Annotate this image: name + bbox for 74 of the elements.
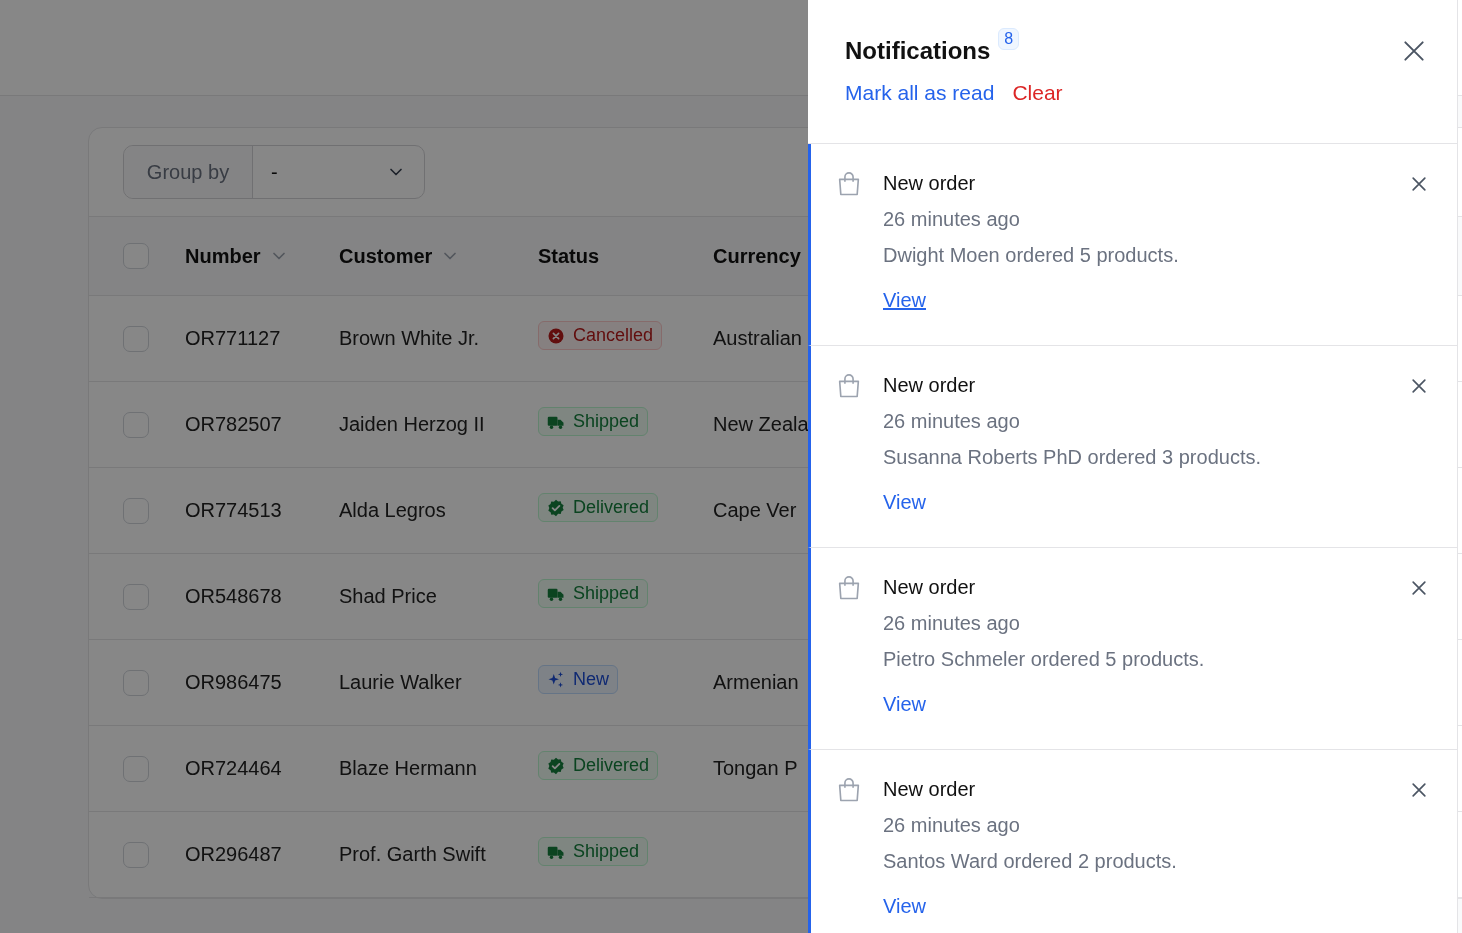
check-badge-icon bbox=[547, 498, 565, 517]
view-link[interactable]: View bbox=[883, 491, 926, 514]
order-number: OR724464 bbox=[185, 757, 282, 780]
count-badge: 8 bbox=[998, 28, 1020, 50]
close-icon bbox=[1409, 174, 1429, 194]
status-label: Shipped bbox=[573, 583, 640, 604]
order-number: OR986475 bbox=[185, 671, 282, 694]
dismiss-button[interactable] bbox=[1409, 174, 1429, 194]
select-all-checkbox[interactable] bbox=[123, 243, 149, 269]
row-checkbox[interactable] bbox=[123, 497, 149, 524]
mark-all-read-link[interactable]: Mark all as read bbox=[845, 81, 995, 105]
status-label: Delivered bbox=[573, 497, 650, 518]
customer-name: Shad Price bbox=[339, 585, 437, 608]
column-header[interactable]: Number bbox=[185, 244, 289, 268]
currency-name: Australian bbox=[713, 327, 802, 350]
row-checkbox[interactable] bbox=[123, 755, 149, 782]
order-number: OR771127 bbox=[185, 327, 281, 350]
column-header[interactable]: Currency bbox=[713, 244, 801, 268]
sparkle-icon bbox=[547, 670, 565, 689]
select-value: - bbox=[271, 160, 278, 184]
column-header[interactable]: Status bbox=[538, 244, 600, 268]
customer-name: Brown White Jr. bbox=[339, 327, 480, 350]
notification-title: New order bbox=[883, 172, 977, 195]
order-number: OR296487 bbox=[185, 843, 282, 866]
order-number: OR782507 bbox=[185, 413, 282, 436]
check-badge-icon bbox=[547, 756, 565, 775]
order-number: OR548678 bbox=[185, 585, 282, 608]
notification-time: 26 minutes ago bbox=[883, 612, 1021, 635]
group-by-select[interactable]: Group by - bbox=[123, 145, 425, 199]
status-label: Shipped bbox=[573, 841, 640, 862]
row-checkbox[interactable] bbox=[123, 325, 149, 352]
row-checkbox[interactable] bbox=[123, 669, 149, 696]
notification-title: New order bbox=[883, 778, 977, 801]
customer-name: Blaze Hermann bbox=[339, 757, 477, 780]
notification-title: New order bbox=[883, 374, 977, 397]
notification-text: Santos Ward ordered 2 products. bbox=[883, 850, 1178, 873]
close-button[interactable] bbox=[1401, 38, 1427, 64]
notification-time: 26 minutes ago bbox=[883, 208, 1021, 231]
notification-text: Pietro Schmeler ordered 5 products. bbox=[883, 648, 1206, 671]
dismiss-button[interactable] bbox=[1409, 578, 1429, 598]
view-link[interactable]: View bbox=[883, 693, 926, 716]
panel-title: Notifications bbox=[845, 37, 991, 65]
customer-name: Alda Legros bbox=[339, 499, 446, 522]
currency-name: Armenian bbox=[713, 671, 799, 694]
close-icon bbox=[1409, 780, 1429, 800]
status-label: Shipped bbox=[573, 411, 640, 432]
currency-name: Tongan P bbox=[713, 757, 798, 780]
status-label: Cancelled bbox=[573, 325, 654, 346]
status-label: New bbox=[573, 669, 609, 690]
customer-name: Laurie Walker bbox=[339, 671, 462, 694]
customer-name: Jaiden Herzog II bbox=[339, 413, 485, 436]
close-icon bbox=[1409, 578, 1429, 598]
notification-time: 26 minutes ago bbox=[883, 410, 1021, 433]
currency-name: Cape Ver bbox=[713, 499, 797, 522]
notification-title: New order bbox=[883, 576, 977, 599]
view-link[interactable]: View bbox=[883, 895, 926, 918]
row-checkbox[interactable] bbox=[123, 841, 149, 868]
close-icon bbox=[1401, 38, 1427, 64]
order-number: OR774513 bbox=[185, 499, 282, 522]
notification-text: Susanna Roberts PhD ordered 3 products. bbox=[883, 446, 1262, 469]
close-icon bbox=[1409, 376, 1429, 396]
currency-name: New Zeala bbox=[713, 413, 809, 436]
column-header[interactable]: Customer bbox=[339, 244, 461, 268]
row-checkbox[interactable] bbox=[123, 583, 149, 610]
customer-name: Prof. Garth Swift bbox=[339, 843, 486, 866]
clear-link[interactable]: Clear bbox=[1012, 81, 1063, 105]
notification-text: Dwight Moen ordered 5 products. bbox=[883, 244, 1180, 267]
row-checkbox[interactable] bbox=[123, 411, 149, 438]
status-label: Delivered bbox=[573, 755, 650, 776]
dismiss-button[interactable] bbox=[1409, 376, 1429, 396]
view-link[interactable]: View bbox=[883, 289, 926, 312]
notification-time: 26 minutes ago bbox=[883, 814, 1021, 837]
dismiss-button[interactable] bbox=[1409, 780, 1429, 800]
x-circle-icon bbox=[547, 326, 565, 345]
